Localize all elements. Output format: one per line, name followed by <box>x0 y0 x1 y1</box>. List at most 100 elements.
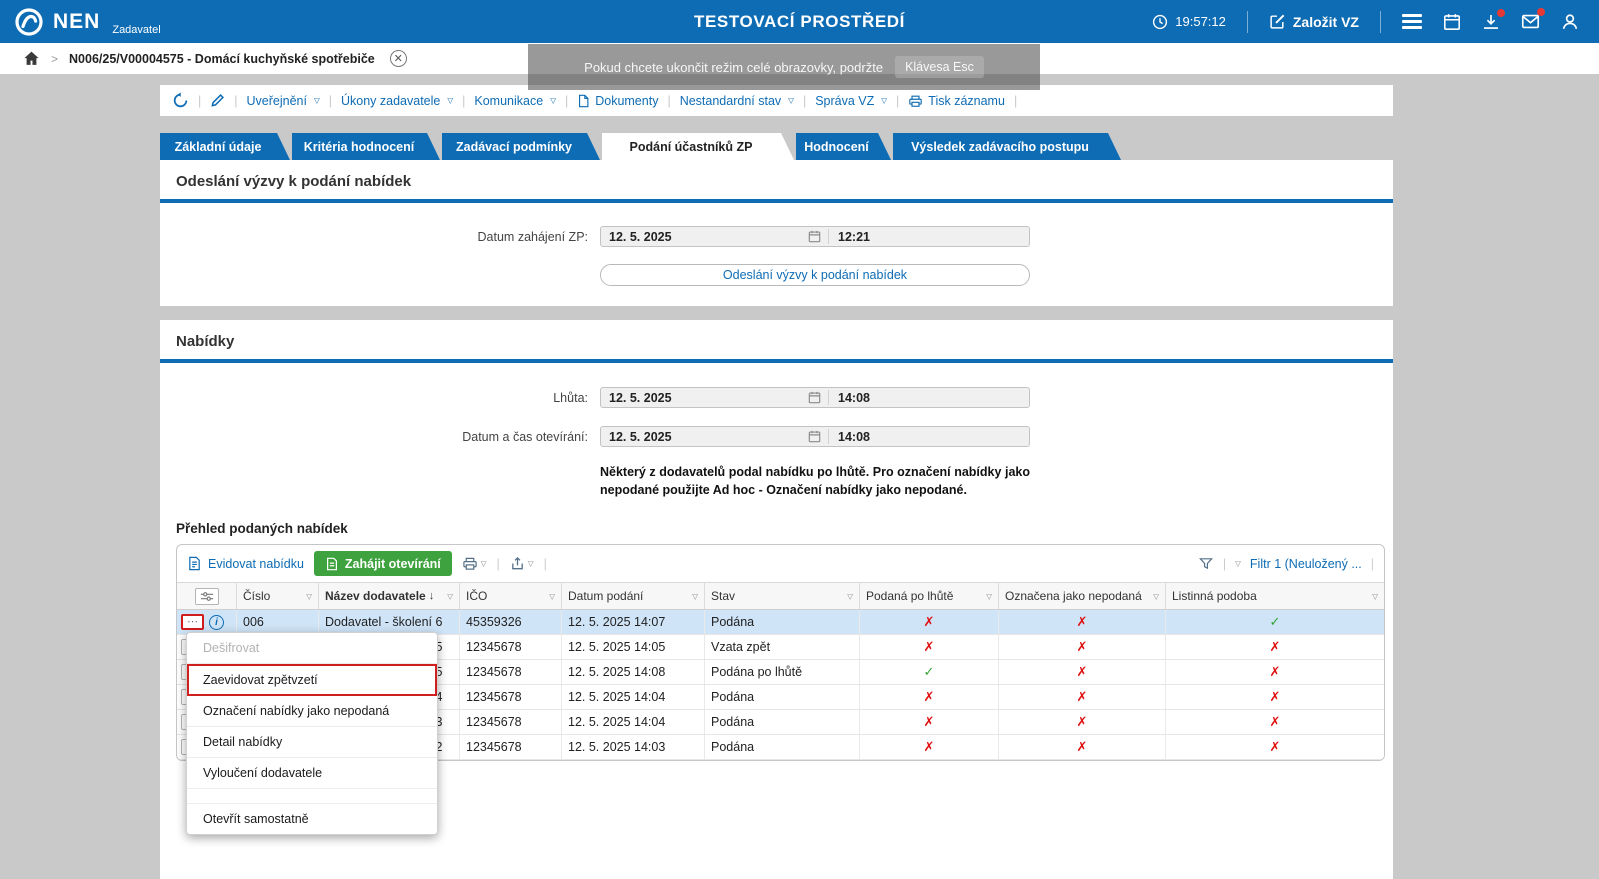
cell-listinna: ✗ <box>1165 710 1384 735</box>
cell-po-lhute: ✗ <box>859 635 998 660</box>
edit-record-icon[interactable] <box>210 93 225 108</box>
menu-item-otevrit-samostatne[interactable]: Otevřít samostatně <box>187 804 437 834</box>
tab-podani-ucastniku-zp[interactable]: Podání účastníků ZP <box>602 133 794 160</box>
column-header-listinna[interactable]: Listinná podoba ▽ <box>1165 583 1384 610</box>
cell-ico: 12345678 <box>459 660 561 685</box>
print-record-button[interactable]: Tisk záznamu <box>908 94 1005 108</box>
tab-zadavaci-podminky[interactable]: Zadávací podmínky <box>442 133 600 160</box>
create-vz-button[interactable]: Založit VZ <box>1269 13 1359 30</box>
filter-caret-icon[interactable]: ▽ <box>1368 592 1378 601</box>
menu-item-oznaceni-nepodana[interactable]: Označení nabídky jako nepodaná <box>187 696 437 727</box>
menu-komunikace[interactable]: Komunikace ▽ <box>474 94 556 108</box>
menu-item-detail-nabidky[interactable]: Detail nabídky <box>187 727 437 758</box>
send-invitation-button[interactable]: Odeslání výzvy k podání nabídek <box>600 264 1030 286</box>
record-tabs: Základní údaje Kritéria hodnocení Zadáva… <box>160 133 1123 160</box>
downloads-button[interactable] <box>1482 8 1505 31</box>
cell-listinna: ✗ <box>1165 635 1384 660</box>
tab-zakladni-udaje[interactable]: Základní údaje <box>160 133 290 160</box>
time-value[interactable]: 14:08 <box>829 391 1029 405</box>
column-settings-icon[interactable] <box>194 587 219 605</box>
fullscreen-exit-toast: Pokud chcete ukončit režim celé obrazovk… <box>528 44 1040 90</box>
nen-logo[interactable]: NEN Zadavatel <box>14 7 161 37</box>
cell-listinna: ✗ <box>1165 685 1384 710</box>
chevron-down-icon[interactable]: ▽ <box>1235 559 1241 568</box>
menu-dokumenty[interactable]: Dokumenty <box>577 94 658 108</box>
tab-hodnoceni[interactable]: Hodnocení <box>796 133 891 160</box>
chevron-down-icon: ▽ <box>447 96 454 105</box>
column-header-nazev[interactable]: Název dodavatele ↓ ▽ <box>318 583 459 610</box>
cell-ico: 45359326 <box>459 610 561 635</box>
menu-item-vylouceni-dodavatele[interactable]: Vyloučení dodavatele <box>187 758 437 789</box>
date-value[interactable]: 12. 5. 2025 <box>601 230 808 244</box>
date-value[interactable]: 12. 5. 2025 <box>601 391 808 405</box>
menu-sprava-vz[interactable]: Správa VZ ▽ <box>815 94 887 108</box>
printer-icon <box>908 94 923 108</box>
lhuta-input[interactable]: 12. 5. 2025 14:08 <box>600 387 1030 408</box>
filter-caret-icon[interactable]: ▽ <box>545 592 555 601</box>
column-header-cislo[interactable]: Číslo ▽ <box>236 583 318 610</box>
active-filter-label[interactable]: Filtr 1 (Neuložený ... <box>1250 557 1362 571</box>
column-header-datum[interactable]: Datum podání ▽ <box>561 583 704 610</box>
time-value[interactable]: 12:21 <box>829 230 1029 244</box>
export-table-button[interactable]: ▽ <box>510 556 534 571</box>
zahajit-oteviani-button[interactable]: Zahájit otevírání <box>313 551 452 577</box>
print-table-button[interactable]: ▽ <box>462 556 487 571</box>
chevron-down-icon: ▽ <box>788 96 794 105</box>
date-value[interactable]: 12. 5. 2025 <box>601 430 808 444</box>
datum-zahajeni-label: Datum zahájení ZP: <box>477 229 588 244</box>
cell-ico: 12345678 <box>459 710 561 735</box>
section-underline <box>160 359 1393 363</box>
filter-caret-icon[interactable]: ▽ <box>843 592 853 601</box>
home-icon[interactable] <box>23 50 40 67</box>
filter-caret-icon[interactable]: ▽ <box>688 592 698 601</box>
column-header-po-lhute[interactable]: Podaná po lhůtě ▽ <box>859 583 998 610</box>
evidovat-nabidku-button[interactable]: Evidovat nabídku <box>187 556 304 571</box>
session-time: 19:57:12 <box>1175 14 1226 29</box>
row-menu-button[interactable]: ⋯ <box>181 614 204 631</box>
history-back-icon[interactable] <box>172 92 189 109</box>
menu-item-zaevidovat-zpetvzeti[interactable]: Zaevidovat zpětvzetí <box>187 664 437 696</box>
document-icon <box>577 94 590 108</box>
cell-ico: 12345678 <box>459 735 561 760</box>
cell-ico: 12345678 <box>459 635 561 660</box>
section-title: Nabídky <box>176 333 235 350</box>
tab-kriteria-hodnoceni[interactable]: Kritéria hodnocení <box>292 133 440 160</box>
column-header-ico[interactable]: IČO ▽ <box>459 583 561 610</box>
cell-nepodana: ✗ <box>998 610 1165 635</box>
column-header-stav[interactable]: Stav ▽ <box>704 583 859 610</box>
filter-caret-icon[interactable]: ▽ <box>1149 592 1159 601</box>
calendar-icon[interactable] <box>808 430 821 443</box>
tab-vysledek-zadavaciho-postupu[interactable]: Výsledek zadávacího postupu <box>893 133 1121 160</box>
calendar-button[interactable] <box>1443 13 1461 31</box>
filter-caret-icon[interactable]: ▽ <box>982 592 992 601</box>
esc-key-hint: Klávesa Esc <box>895 56 984 78</box>
calendar-icon[interactable] <box>808 391 821 404</box>
sort-desc-icon: ↓ <box>428 590 435 603</box>
breadcrumb-record[interactable]: N006/25/V00004575 - Domácí kuchyňské spo… <box>69 52 375 66</box>
column-header-nepodana[interactable]: Označena jako nepodaná ▽ <box>998 583 1165 610</box>
menu-divider <box>187 789 437 804</box>
time-value[interactable]: 14:08 <box>829 430 1029 444</box>
close-record-icon[interactable]: ✕ <box>389 50 407 67</box>
cell-datum: 12. 5. 2025 14:04 <box>561 685 704 710</box>
menu-uverejneni[interactable]: Uveřejnění ▽ <box>247 94 320 108</box>
app-header: NEN Zadavatel TESTOVACÍ PROSTŘEDÍ 19:57:… <box>0 0 1599 43</box>
cell-po-lhute: ✓ <box>859 660 998 685</box>
calendar-icon[interactable] <box>808 230 821 243</box>
menu-item-desifrovat: Dešifrovat <box>187 633 437 664</box>
filter-caret-icon[interactable]: ▽ <box>443 592 453 601</box>
menu-nestandardni-stav[interactable]: Nestandardní stav ▽ <box>680 94 794 108</box>
cell-po-lhute: ✗ <box>859 735 998 760</box>
main-menu-button[interactable] <box>1402 11 1422 32</box>
chevron-down-icon: ▽ <box>881 96 888 105</box>
filter-funnel-icon[interactable] <box>1198 556 1214 571</box>
profile-button[interactable] <box>1561 13 1579 31</box>
filter-caret-icon[interactable]: ▽ <box>302 592 312 601</box>
info-icon[interactable]: i <box>209 614 224 630</box>
messages-button[interactable] <box>1521 8 1545 31</box>
oteviani-input[interactable]: 12. 5. 2025 14:08 <box>600 426 1030 447</box>
cell-datum: 12. 5. 2025 14:05 <box>561 635 704 660</box>
menu-ukony-zadavatele[interactable]: Úkony zadavatele ▽ <box>341 94 453 108</box>
datum-zahajeni-input[interactable]: 12. 5. 2025 12:21 <box>600 226 1030 247</box>
cell-datum: 12. 5. 2025 14:04 <box>561 710 704 735</box>
